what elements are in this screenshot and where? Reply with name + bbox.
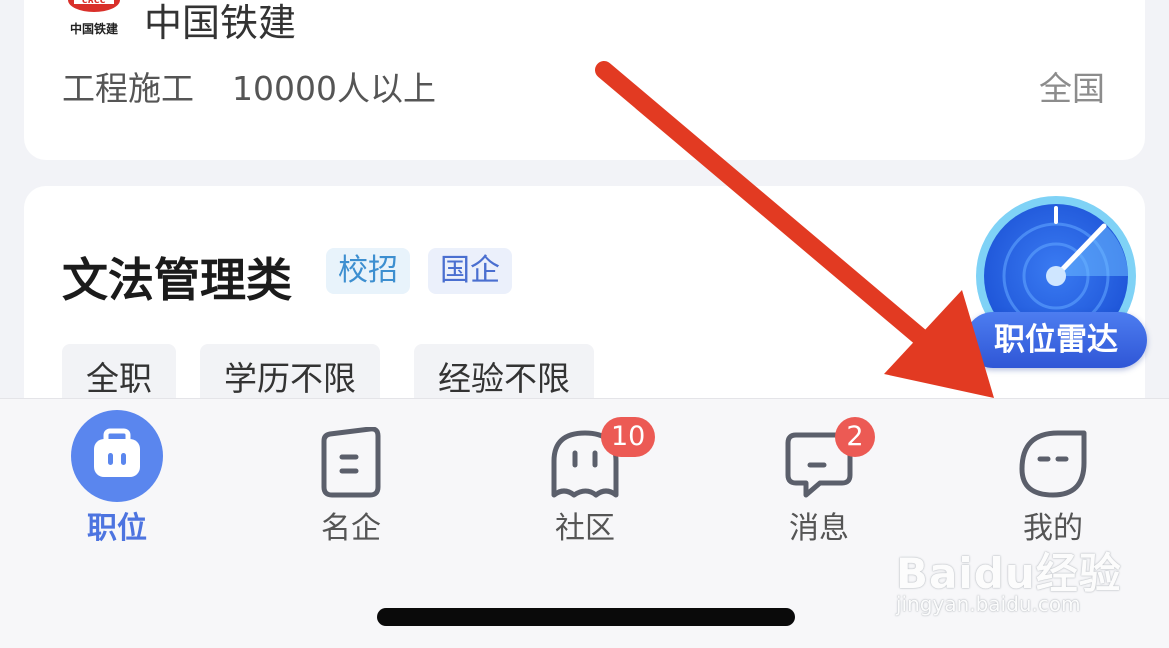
tab-label-messages: 消息	[789, 511, 849, 546]
briefcase-icon	[70, 409, 164, 507]
tab-label-community: 社区	[555, 511, 615, 546]
tab-jobs[interactable]: 职位	[27, 399, 207, 549]
company-logo: CRCC 中国铁建	[62, 0, 126, 38]
tab-community[interactable]: 10 社区	[495, 399, 675, 549]
company-name: 中国铁建	[144, 1, 297, 45]
tab-profile[interactable]: 我的	[963, 399, 1143, 549]
tag-state-owned: 国企	[428, 248, 512, 294]
building-card-icon	[318, 426, 384, 505]
svg-text:CRCC: CRCC	[82, 0, 106, 5]
tab-companies[interactable]: 名企	[261, 399, 441, 549]
face-icon	[1018, 429, 1088, 503]
job-title: 文法管理类	[62, 253, 292, 307]
tab-messages[interactable]: 2 消息	[729, 399, 909, 549]
tab-label-companies: 名企	[321, 511, 381, 546]
watermark-url: jingyan.baidu.com	[896, 592, 1081, 616]
logo-text: 中国铁建	[69, 22, 118, 36]
home-indicator[interactable]	[377, 608, 795, 626]
baidu-watermark: Baidu经验 jingyan.baidu.com	[896, 540, 1122, 616]
messages-badge: 2	[835, 417, 875, 457]
company-size: 10000人以上	[232, 69, 436, 108]
community-badge: 10	[601, 417, 656, 457]
company-meta: 工程施工 10000人以上	[62, 62, 436, 110]
job-radar-label[interactable]: 职位雷达	[965, 312, 1147, 368]
company-card[interactable]: CRCC 中国铁建 中国铁建 工程施工 10000人以上 全国	[24, 0, 1145, 160]
company-industry: 工程施工	[62, 69, 194, 108]
tab-label-jobs: 职位	[87, 511, 147, 546]
tag-campus: 校招	[326, 248, 410, 294]
company-location: 全国	[1039, 69, 1105, 108]
